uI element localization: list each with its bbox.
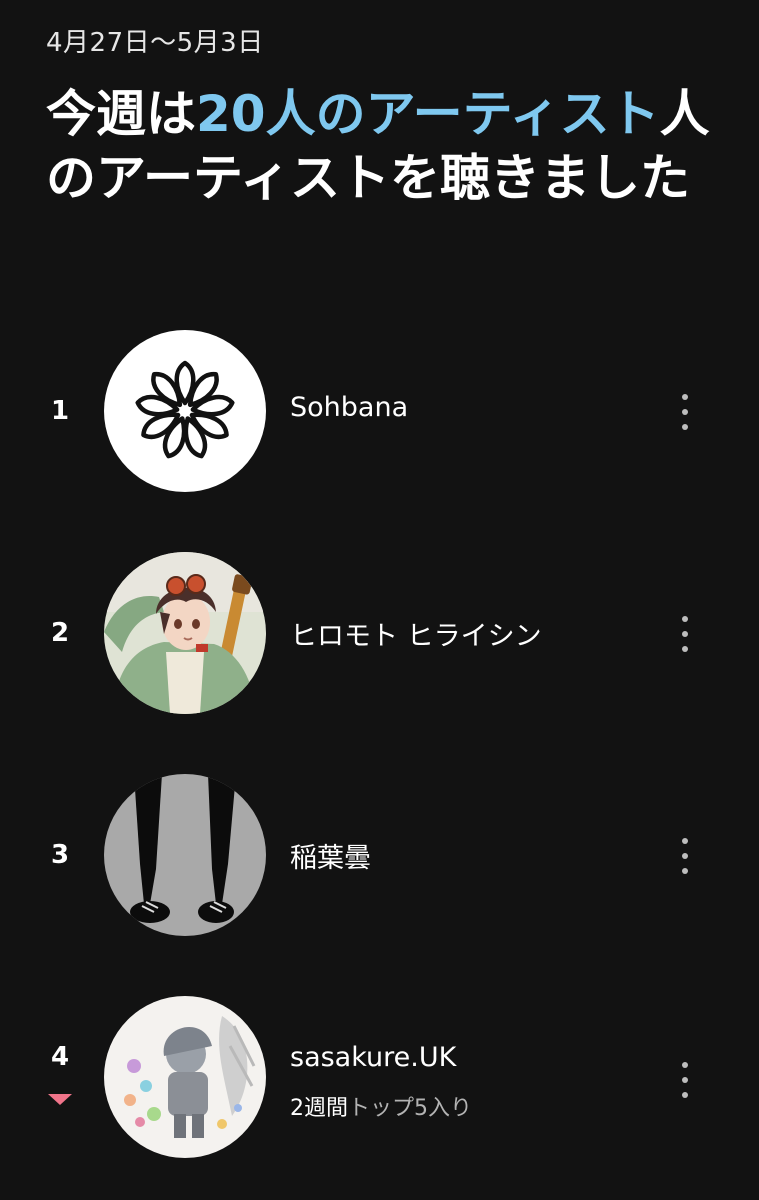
rank-number: 1	[50, 396, 70, 426]
more-dot	[682, 1077, 688, 1083]
artist-row-1[interactable]: 1 Sohbana	[0, 330, 759, 494]
more-dot	[682, 1092, 688, 1098]
artist-row-3[interactable]: 3 稲葉曇	[0, 774, 759, 938]
artist-name[interactable]: sasakure.UK	[290, 1042, 456, 1073]
more-vertical-icon	[682, 1062, 688, 1068]
artist-row-4[interactable]: 4 sasakure.UK 2週間トップ5入り	[0, 996, 759, 1160]
more-options-button[interactable]	[668, 1060, 702, 1100]
artist-row-2[interactable]: 2 ヒロモト ヒライシン	[0, 552, 759, 716]
more-dot	[682, 868, 688, 874]
more-dot	[682, 424, 688, 430]
more-options-button[interactable]	[668, 836, 702, 876]
more-options-button[interactable]	[668, 392, 702, 432]
silhouette-legs-icon	[104, 774, 266, 936]
streak-text: トップ5入り	[348, 1096, 472, 1121]
more-dot	[682, 631, 688, 637]
more-options-button[interactable]	[668, 614, 702, 654]
more-vertical-icon	[682, 838, 688, 844]
artist-avatar[interactable]	[104, 996, 266, 1158]
rank-number: 4	[50, 1042, 70, 1072]
rank-number: 3	[50, 840, 70, 870]
more-vertical-icon	[682, 394, 688, 400]
more-dot	[682, 409, 688, 415]
triangle-down-icon	[48, 1094, 72, 1105]
anime-boy-avatar-icon	[104, 552, 266, 714]
more-vertical-icon	[682, 616, 688, 622]
pastel-illustration-icon	[104, 996, 266, 1158]
headline-prefix: 今週は	[46, 85, 196, 143]
more-dot	[682, 853, 688, 859]
more-dot	[682, 646, 688, 652]
artist-avatar[interactable]	[104, 552, 266, 714]
headline-accent: 20人のアーティスト	[196, 85, 660, 143]
flower-logo-icon	[104, 330, 266, 492]
date-range: 4月27日〜5月3日	[46, 28, 264, 58]
streak-weeks: 2週間	[290, 1096, 348, 1121]
artist-name[interactable]: 稲葉曇	[290, 836, 371, 875]
artist-avatar[interactable]	[104, 330, 266, 492]
artist-name[interactable]: ヒロモト ヒライシン	[290, 614, 542, 653]
rank-number: 2	[50, 618, 70, 648]
page-title: 今週は20人のアーティスト人のアーティストを聴きました	[46, 82, 726, 210]
artist-avatar[interactable]	[104, 774, 266, 936]
artist-name[interactable]: Sohbana	[290, 392, 408, 423]
top5-streak-label: 2週間トップ5入り	[290, 1090, 472, 1122]
